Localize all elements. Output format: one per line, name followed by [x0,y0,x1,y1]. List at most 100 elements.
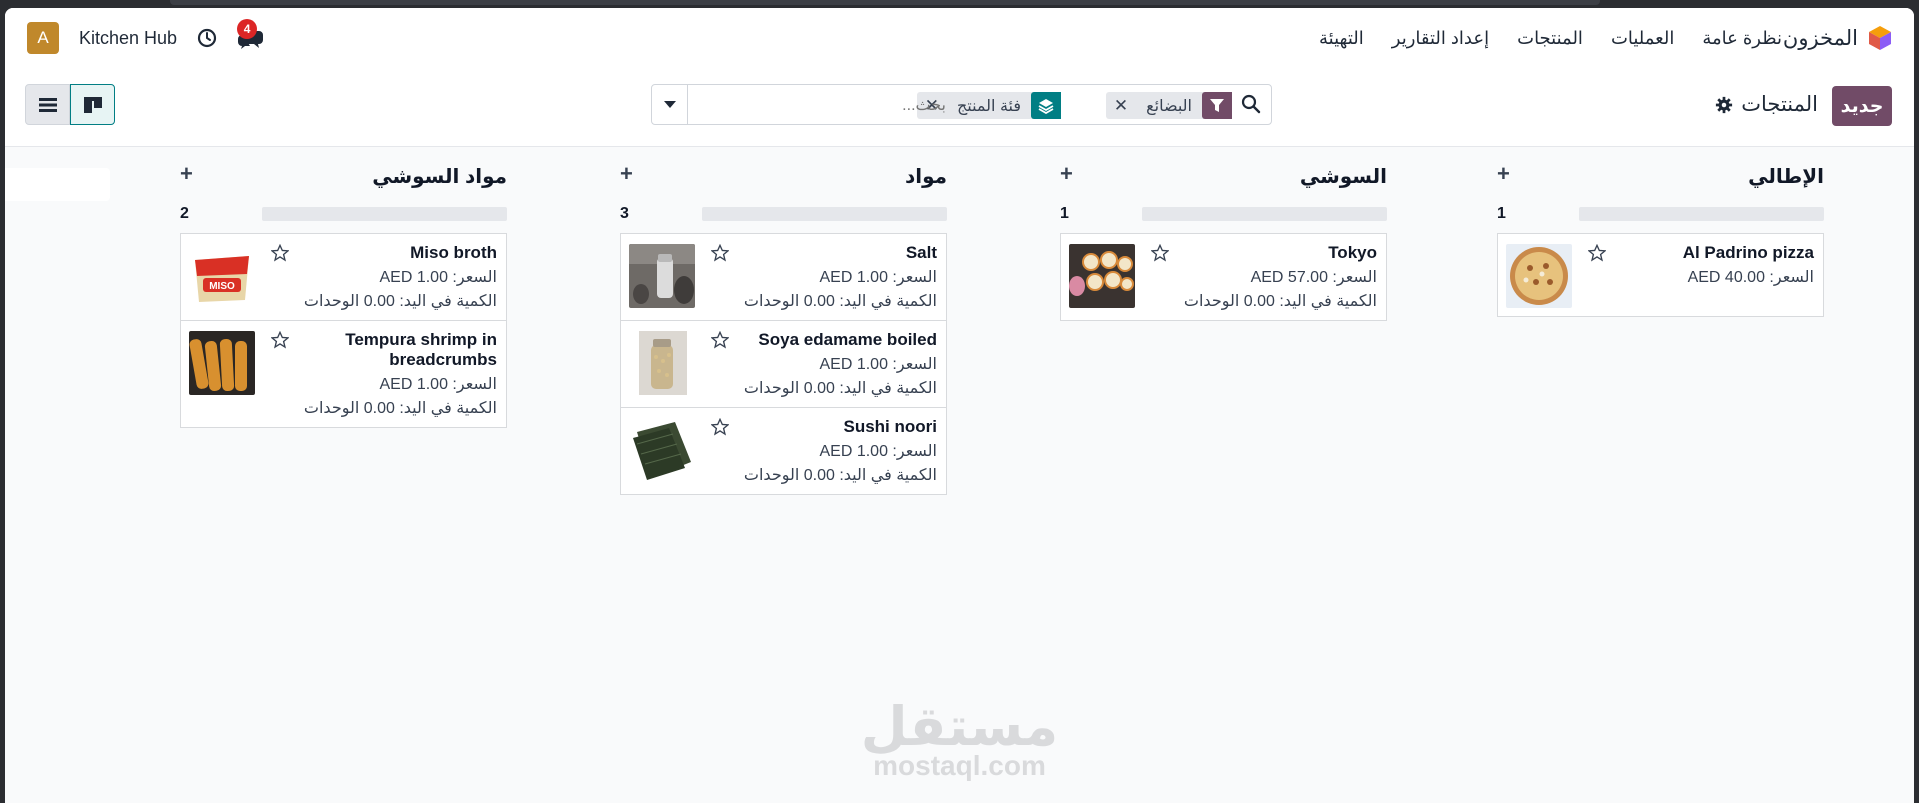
column-progress-bar[interactable] [262,207,507,221]
product-name: Miso broth [410,243,497,262]
menu-products[interactable]: المنتجات [1517,28,1583,49]
product-qty: الكمية في اليد: 0.00 الوحدات [303,293,497,310]
product-price: السعر: 1.00 AED [379,376,497,393]
gear-icon[interactable] [1715,96,1733,114]
list-view-button[interactable] [25,84,70,125]
quick-create-icon[interactable]: + [1497,161,1510,187]
control-panel: جديد المنتجات البضائع ✕ فئة المنتج ✕ بحث… [5,70,1914,147]
user-avatar[interactable]: A [27,22,59,54]
kanban-board: الإطالي + 1 Al Padrino pizza السعر: 40.0… [5,147,1914,803]
new-button[interactable]: جديد [1832,86,1892,126]
product-image [629,418,695,482]
product-qty: الكمية في اليد: 0.00 الوحدات [743,380,937,397]
product-price: السعر: 1.00 AED [819,356,937,373]
groupby-facet-label: فئة المنتج [956,97,1021,115]
add-column-placeholder[interactable] [5,168,110,201]
star-icon[interactable] [271,331,289,349]
product-price: السعر: 1.00 AED [379,269,497,286]
page-title: المنتجات [1741,93,1818,116]
app-name: المخزون [1782,26,1858,50]
column-title[interactable]: السوشي [1300,164,1387,189]
column-count: 1 [1497,205,1506,222]
product-name: Soya edamame boiled [758,330,937,349]
filter-icon [1202,92,1232,119]
product-qty: الكمية في اليد: 0.00 الوحدات [743,293,937,310]
company-switcher[interactable]: Kitchen Hub [79,28,177,49]
product-image [189,331,255,395]
product-card[interactable]: Salt السعر: 1.00 AED الكمية في اليد: 0.0… [621,234,946,321]
column-count: 3 [620,205,629,222]
main-navbar: المخزون نظرة عامة العمليات المنتجات إعدا… [5,8,1914,70]
caret-down-icon [663,100,676,108]
product-qty: الكمية في اليد: 0.00 الوحدات [1183,293,1377,310]
column-title[interactable]: مواد السوشي [372,164,507,189]
search-input[interactable] [696,95,946,117]
product-image [629,331,695,395]
inventory-cube-icon [1869,26,1891,50]
card-list: MISO Miso broth السعر: 1.00 AED الكمية ف… [180,233,507,428]
star-icon[interactable] [1588,244,1606,262]
column-header: مواد السوشي + [180,147,507,205]
column-progress: 1 [1497,205,1824,225]
watermark: مستقل mostaql.com [5,695,1914,782]
kanban-column: مواد + 3 Salt السعر: 1.00 AED الكمية في … [620,147,947,495]
menu-reporting[interactable]: إعداد التقارير [1392,28,1489,49]
product-qty: الكمية في اليد: 0.00 الوحدات [303,400,497,417]
filter-facet-label: البضائع [1146,97,1192,115]
chat-badge: 4 [237,19,258,39]
column-header: الإطالي + [1497,147,1824,205]
list-view-icon [38,97,57,112]
clock-icon[interactable] [197,28,217,48]
column-progress: 1 [1060,205,1387,225]
watermark-latin: mostaql.com [873,750,1046,781]
product-price: السعر: 1.00 AED [819,269,937,286]
window-frame: المخزون نظرة عامة العمليات المنتجات إعدا… [0,0,1919,803]
menu-configuration[interactable]: التهيئة [1319,28,1364,49]
product-card[interactable]: Al Padrino pizza السعر: 40.00 AED [1498,234,1823,316]
column-progress-bar[interactable] [702,207,947,221]
column-title[interactable]: مواد [905,164,947,189]
card-list: Al Padrino pizza السعر: 40.00 AED [1497,233,1824,317]
quick-create-icon[interactable]: + [1060,161,1073,187]
column-count: 2 [180,205,189,222]
kanban-view-icon [83,96,102,113]
column-title[interactable]: الإطالي [1748,164,1824,189]
product-card[interactable]: MISO Miso broth السعر: 1.00 AED الكمية ف… [181,234,506,321]
group-by-icon [1031,92,1061,119]
app-window: المخزون نظرة عامة العمليات المنتجات إعدا… [5,8,1914,803]
quick-create-icon[interactable]: + [180,161,193,187]
remove-filter-icon[interactable]: ✕ [1106,96,1136,116]
product-price: السعر: 1.00 AED [819,443,937,460]
kanban-view-button[interactable] [70,84,115,125]
product-card[interactable]: Soya edamame boiled السعر: 1.00 AED الكم… [621,321,946,408]
column-progress-bar[interactable] [1579,207,1824,221]
product-name: Salt [905,243,937,262]
star-icon[interactable] [271,244,289,262]
quick-create-icon[interactable]: + [620,161,633,187]
product-name: Tokyo [1328,243,1377,262]
product-image [1069,244,1135,308]
product-qty: الكمية في اليد: 0.00 الوحدات [743,467,937,484]
product-card[interactable]: Sushi noori السعر: 1.00 AED الكمية في ال… [621,408,946,494]
column-progress-bar[interactable] [1142,207,1387,221]
product-card[interactable]: Tempura shrimp in breadcrumbs السعر: 1.0… [181,321,506,427]
star-icon[interactable] [711,244,729,262]
product-price: السعر: 57.00 AED [1250,269,1377,286]
user-area: A Kitchen Hub 4 [27,19,267,54]
product-image [1506,244,1572,308]
search-icon[interactable] [1241,94,1261,114]
card-list: Salt السعر: 1.00 AED الكمية في اليد: 0.0… [620,233,947,495]
product-image [629,244,695,308]
menu-operations[interactable]: العمليات [1611,28,1674,49]
app-brand[interactable]: المخزون [1783,25,1892,51]
product-card[interactable]: Tokyo السعر: 57.00 AED الكمية في اليد: 0… [1061,234,1386,320]
star-icon[interactable] [711,331,729,349]
menu-overview[interactable]: نظرة عامة [1702,28,1782,49]
messages-button[interactable]: 4 [235,19,267,51]
card-list: Tokyo السعر: 57.00 AED الكمية في اليد: 0… [1060,233,1387,321]
search-options-toggle[interactable] [652,85,688,124]
top-menu: نظرة عامة العمليات المنتجات إعداد التقار… [1319,28,1782,49]
star-icon[interactable] [711,418,729,436]
product-name: Sushi noori [843,417,938,436]
star-icon[interactable] [1151,244,1169,262]
